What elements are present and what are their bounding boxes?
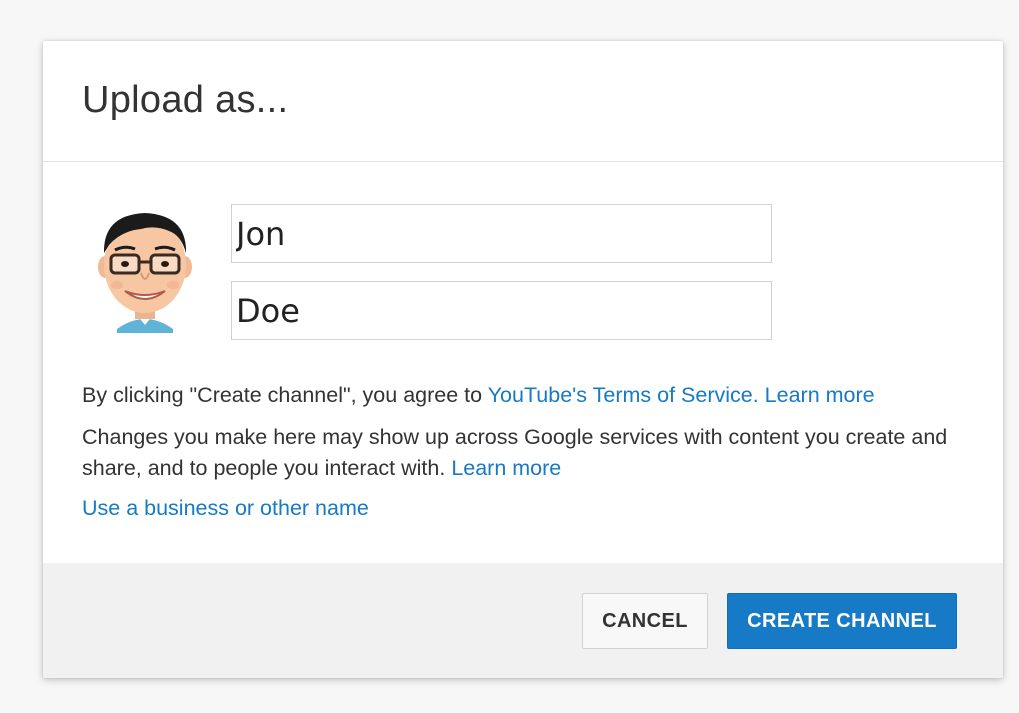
dialog-header: Upload as...	[43, 41, 1003, 162]
avatar	[98, 213, 192, 333]
create-channel-button[interactable]: CREATE CHANNEL	[727, 593, 957, 649]
dialog-title: Upload as...	[82, 79, 289, 121]
terms-learn-more-link[interactable]: Learn more	[765, 383, 875, 407]
business-name-link[interactable]: Use a business or other name	[82, 496, 369, 520]
last-name-input[interactable]	[231, 281, 772, 340]
dialog-footer: CANCEL CREATE CHANNEL	[43, 563, 1003, 678]
business-name-row: Use a business or other name	[82, 493, 972, 524]
first-name-input[interactable]	[231, 204, 772, 263]
terms-of-service-link[interactable]: YouTube's Terms of Service.	[488, 383, 759, 407]
terms-prefix-text: By clicking "Create channel", you agree …	[82, 383, 488, 407]
terms-notice: By clicking "Create channel", you agree …	[82, 380, 972, 411]
cancel-button[interactable]: CANCEL	[582, 593, 708, 649]
changes-notice: Changes you make here may show up across…	[82, 422, 972, 484]
changes-learn-more-link[interactable]: Learn more	[451, 456, 561, 480]
upload-as-dialog: Upload as... By clicking "Crea	[43, 41, 1003, 678]
